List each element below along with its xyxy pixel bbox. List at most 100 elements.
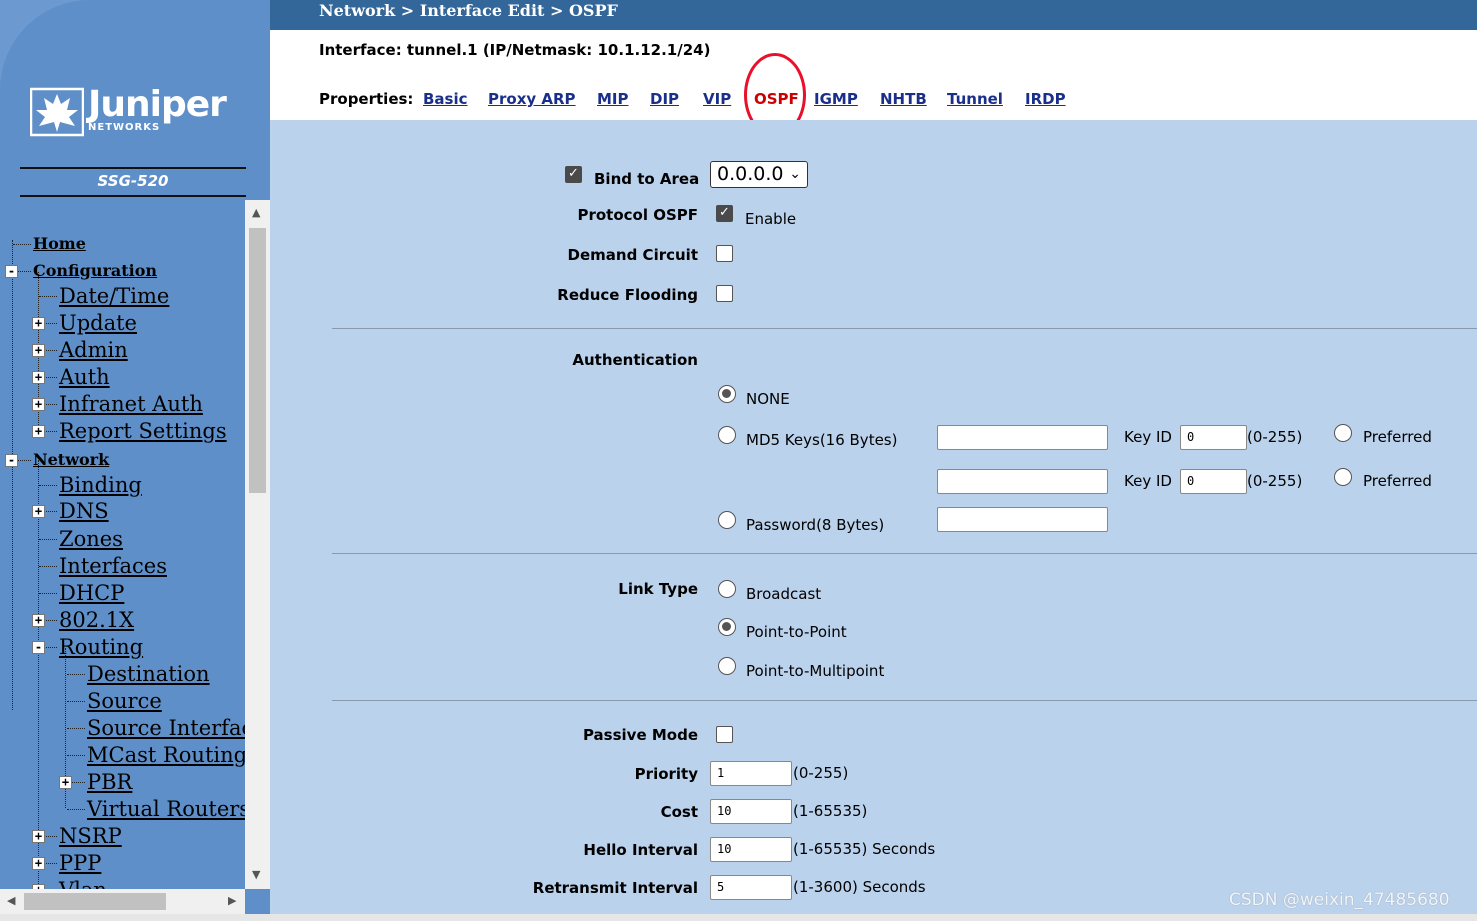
link-point-to-point-radio[interactable] — [718, 618, 736, 636]
protocol-ospf-enable-text: Enable — [745, 210, 797, 228]
nav-item-zones[interactable]: Zones — [59, 527, 127, 551]
link-type-label: Link Type — [618, 580, 698, 598]
tab-tunnel[interactable]: Tunnel — [947, 90, 1003, 108]
collapse-icon[interactable]: - — [5, 454, 18, 467]
scroll-thumb[interactable] — [249, 228, 266, 493]
nav-item-infranet-auth[interactable]: Infranet Auth — [59, 392, 207, 416]
tree-connector — [67, 728, 85, 729]
nav-item-nsrp[interactable]: NSRP — [59, 824, 126, 848]
link-broadcast-radio[interactable] — [718, 580, 736, 598]
scroll-left-icon[interactable]: ◀ — [7, 894, 15, 907]
nav-item-update[interactable]: Update — [59, 311, 141, 335]
nav-item-admin[interactable]: Admin — [59, 338, 132, 362]
watermark-text: CSDN @weixin_47485680 — [1229, 890, 1450, 910]
nav-tree: Home - Configuration Date/Time + Update + Admin… — [0, 200, 245, 889]
tab-mip[interactable]: MIP — [597, 90, 629, 108]
tab-nhtb[interactable]: NHTB — [880, 90, 927, 108]
expand-icon[interactable]: + — [32, 425, 45, 438]
nav-item-source-interface[interactable]: Source Interface — [87, 716, 245, 740]
priority-input[interactable]: 1 — [710, 761, 792, 786]
nav-item-pbr[interactable]: PBR — [87, 770, 136, 794]
cost-input[interactable]: 10 — [710, 799, 792, 824]
expand-icon[interactable]: + — [32, 505, 45, 518]
expand-icon[interactable]: + — [59, 776, 72, 789]
tab-irdp[interactable]: IRDP — [1025, 90, 1066, 108]
tab-proxy-arp[interactable]: Proxy ARP — [488, 90, 576, 108]
brand-sub: NETWORKS — [88, 122, 161, 133]
auth-none-radio[interactable] — [718, 385, 736, 403]
window-bottom-edge — [0, 914, 1477, 921]
expand-icon[interactable]: + — [32, 398, 45, 411]
nav-item-vlan[interactable]: Vlan — [59, 878, 111, 889]
nav-item-ppp[interactable]: PPP — [59, 851, 105, 875]
nav-item-configuration[interactable]: Configuration — [33, 259, 161, 283]
expand-icon[interactable]: + — [32, 317, 45, 330]
nav-item-interfaces[interactable]: Interfaces — [59, 554, 171, 578]
expand-icon[interactable]: + — [32, 371, 45, 384]
collapse-icon[interactable]: - — [32, 641, 45, 654]
cost-hint: (1-65535) — [793, 802, 868, 820]
tab-vip[interactable]: VIP — [703, 90, 731, 108]
tab-igmp[interactable]: IGMP — [814, 90, 858, 108]
tree-connector — [38, 460, 39, 889]
tree-connector — [39, 593, 57, 594]
area-select[interactable]: 0.0.0.0 ⌄ — [710, 161, 808, 188]
protocol-ospf-label: Protocol OSPF — [577, 206, 698, 224]
divider — [20, 195, 246, 197]
nav-item-dhcp[interactable]: DHCP — [59, 581, 128, 605]
link-point-to-multipoint-radio[interactable] — [718, 657, 736, 675]
key-id-range-1: (0-255) — [1247, 428, 1303, 446]
tab-dip[interactable]: DIP — [650, 90, 679, 108]
nav-item-binding[interactable]: Binding — [59, 473, 146, 497]
brand-name: Juniper — [88, 84, 227, 125]
nav-item-home[interactable]: Home — [33, 232, 90, 256]
nav-item-mcast-routing[interactable]: MCast Routing — [87, 743, 245, 767]
nav-item-dns[interactable]: DNS — [59, 499, 113, 523]
auth-password-label: Password(8 Bytes) — [746, 516, 885, 534]
preferred-radio-2[interactable] — [1334, 468, 1352, 486]
key-id-range-2: (0-255) — [1247, 472, 1303, 490]
demand-circuit-checkbox[interactable] — [716, 245, 733, 262]
priority-label: Priority — [634, 765, 698, 783]
demand-circuit-label: Demand Circuit — [567, 246, 698, 264]
nav-item-date-time[interactable]: Date/Time — [59, 284, 173, 308]
collapse-icon[interactable]: - — [5, 265, 18, 278]
protocol-ospf-checkbox[interactable]: ✓ — [716, 205, 733, 222]
bind-to-area-checkbox[interactable]: ✓ — [565, 166, 582, 183]
md5-key-input-1[interactable] — [937, 425, 1108, 450]
nav-item-network[interactable]: Network — [33, 448, 113, 472]
md5-key-input-2[interactable] — [937, 469, 1108, 494]
nav-item-routing[interactable]: Routing — [59, 635, 147, 659]
auth-md5-radio[interactable] — [718, 426, 736, 444]
passive-mode-checkbox[interactable] — [716, 726, 733, 743]
scroll-thumb[interactable] — [24, 893, 166, 910]
nav-item-report-settings[interactable]: Report Settings — [59, 419, 231, 443]
retransmit-interval-input[interactable]: 5 — [710, 875, 792, 900]
password-input[interactable] — [937, 507, 1108, 532]
nav-item-802-1x[interactable]: 802.1X — [59, 608, 138, 632]
nav-item-source[interactable]: Source — [87, 689, 166, 713]
priority-hint: (0-255) — [793, 764, 849, 782]
key-id-input-2[interactable]: 0 — [1180, 469, 1247, 494]
expand-icon[interactable]: + — [32, 830, 45, 843]
nav-item-virtual-routers[interactable]: Virtual Routers — [87, 797, 245, 821]
nav-item-auth[interactable]: Auth — [59, 365, 114, 389]
scroll-down-icon[interactable]: ▼ — [252, 868, 260, 881]
expand-icon[interactable]: + — [32, 344, 45, 357]
expand-icon[interactable]: + — [32, 857, 45, 870]
link-point-to-point-label: Point-to-Point — [746, 623, 847, 641]
scroll-up-icon[interactable]: ▲ — [252, 206, 260, 219]
nav-horizontal-scrollbar[interactable]: ◀ ▶ — [0, 889, 245, 914]
preferred-label-1: Preferred — [1363, 428, 1432, 446]
auth-password-radio[interactable] — [718, 511, 736, 529]
expand-icon[interactable]: + — [32, 614, 45, 627]
hello-interval-input[interactable]: 10 — [710, 837, 792, 862]
tab-basic[interactable]: Basic — [423, 90, 468, 108]
nav-vertical-scrollbar[interactable]: ▲ ▼ — [245, 200, 270, 889]
scroll-right-icon[interactable]: ▶ — [228, 894, 236, 907]
preferred-radio-1[interactable] — [1334, 424, 1352, 442]
key-id-input-1[interactable]: 0 — [1180, 425, 1247, 450]
auth-md5-label: MD5 Keys(16 Bytes) — [746, 431, 898, 449]
nav-item-destination[interactable]: Destination — [87, 662, 214, 686]
reduce-flooding-checkbox[interactable] — [716, 285, 733, 302]
